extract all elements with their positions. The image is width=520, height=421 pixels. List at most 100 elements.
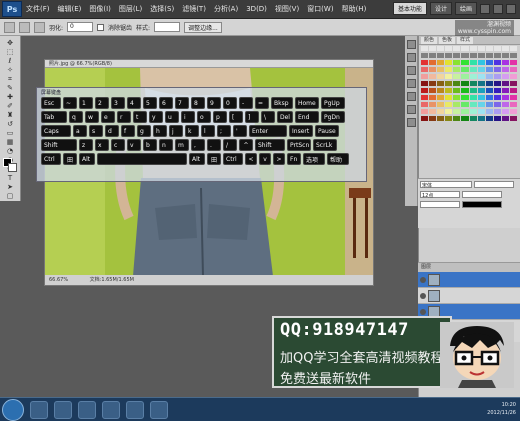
color-swatch[interactable]: [493, 102, 501, 107]
maximize-icon[interactable]: [493, 3, 503, 14]
add-selection-icon[interactable]: [34, 21, 45, 33]
key-b[interactable]: b: [143, 139, 157, 151]
color-swatch[interactable]: [437, 60, 445, 65]
zoom-readout[interactable]: 66.67%: [49, 277, 68, 283]
key-end[interactable]: End: [295, 111, 319, 123]
key-scrlk[interactable]: ScrLk: [313, 139, 337, 151]
color-swatch[interactable]: [429, 46, 437, 51]
key-z[interactable]: z: [79, 139, 93, 151]
color-swatch[interactable]: [501, 46, 509, 51]
color-swatch[interactable]: [485, 46, 493, 51]
key-r[interactable]: r: [117, 111, 131, 123]
key-pause[interactable]: Pause: [315, 125, 339, 137]
key-x[interactable]: x: [95, 139, 109, 151]
key-2[interactable]: 2: [95, 97, 109, 109]
color-swatch[interactable]: [445, 116, 453, 121]
key-s[interactable]: s: [89, 125, 103, 137]
menu-help[interactable]: 帮助(H): [338, 4, 371, 14]
color-swatch[interactable]: [461, 81, 469, 86]
color-swatch[interactable]: [445, 46, 453, 51]
color-swatch[interactable]: [469, 95, 477, 100]
color-swatch[interactable]: [453, 109, 461, 114]
font-size-select[interactable]: 12点: [420, 191, 460, 199]
key-4[interactable]: 4: [127, 97, 141, 109]
key-up-arrow[interactable]: ^: [239, 139, 253, 151]
key-a[interactable]: a: [73, 125, 87, 137]
key-right-shift[interactable]: Shift: [255, 139, 285, 151]
key-period[interactable]: .: [207, 139, 221, 151]
font-family-select[interactable]: 宋体: [420, 181, 472, 189]
color-swatch[interactable]: [485, 109, 493, 114]
color-swatch[interactable]: [509, 81, 517, 86]
color-swatch[interactable]: [501, 74, 509, 79]
key-8[interactable]: 8: [191, 97, 205, 109]
key-enter[interactable]: Enter: [249, 125, 287, 137]
photoshop-logo[interactable]: Ps: [2, 1, 22, 17]
key-options[interactable]: 选项: [303, 153, 325, 165]
color-swatch[interactable]: [469, 53, 477, 58]
key-d[interactable]: d: [105, 125, 119, 137]
color-swatch[interactable]: [461, 88, 469, 93]
menu-file[interactable]: 文件(F): [22, 4, 54, 14]
color-swatch[interactable]: [421, 74, 429, 79]
menu-select[interactable]: 选择(S): [146, 4, 178, 14]
key-1[interactable]: 1: [79, 97, 93, 109]
qq-taskbar-icon[interactable]: [150, 400, 168, 419]
color-swatch[interactable]: [461, 116, 469, 121]
menu-layer[interactable]: 图层(L): [115, 4, 146, 14]
clock-date[interactable]: 2012/11/26: [487, 409, 516, 417]
key-j[interactable]: j: [169, 125, 183, 137]
ie-icon[interactable]: [30, 400, 48, 419]
key-q[interactable]: q: [69, 111, 83, 123]
actions-panel-icon[interactable]: [406, 53, 416, 62]
color-swatch[interactable]: [469, 102, 477, 107]
color-swatch[interactable]: [493, 88, 501, 93]
color-swatch[interactable]: [477, 67, 485, 72]
key-right-bracket[interactable]: ]: [245, 111, 259, 123]
key-3[interactable]: 3: [111, 97, 125, 109]
tool-presets-icon[interactable]: [406, 92, 416, 101]
color-swatch[interactable]: [461, 53, 469, 58]
color-swatch[interactable]: [501, 60, 509, 65]
magic-wand-icon[interactable]: ✧: [3, 66, 18, 74]
eraser-icon[interactable]: ▭: [3, 129, 18, 137]
color-swatch[interactable]: [485, 116, 493, 121]
key-9[interactable]: 9: [207, 97, 221, 109]
color-swatch[interactable]: [493, 46, 501, 51]
key-g[interactable]: g: [137, 125, 151, 137]
workspace-basic-button[interactable]: 基本功能: [392, 2, 427, 15]
visibility-eye-icon[interactable]: [420, 276, 426, 283]
color-swatch[interactable]: [445, 109, 453, 114]
refine-edge-button[interactable]: 调整边缘...: [184, 21, 222, 33]
color-swatch[interactable]: [509, 109, 517, 114]
color-swatch[interactable]: [485, 74, 493, 79]
background-color-swatch[interactable]: [8, 163, 17, 172]
key-7[interactable]: 7: [175, 97, 189, 109]
marquee-icon[interactable]: ⬚: [3, 48, 18, 56]
color-swatch[interactable]: [421, 67, 429, 72]
key-tilde[interactable]: ~: [63, 97, 77, 109]
style-select[interactable]: [154, 22, 181, 32]
key-e[interactable]: e: [101, 111, 115, 123]
explorer-icon[interactable]: [54, 400, 72, 419]
color-swatch[interactable]: [485, 60, 493, 65]
color-swatch[interactable]: [485, 95, 493, 100]
color-swatch[interactable]: [485, 88, 493, 93]
color-swatch[interactable]: [429, 67, 437, 72]
clock-time[interactable]: 10:20: [487, 401, 516, 409]
color-swatch[interactable]: [485, 102, 493, 107]
key-right-ctrl[interactable]: Ctrl: [223, 153, 243, 165]
color-swatch[interactable]: [429, 116, 437, 121]
text-color-swatch[interactable]: [462, 201, 502, 208]
layer-row[interactable]: [418, 272, 520, 288]
menu-3d[interactable]: 3D(D): [242, 5, 271, 13]
key-delete[interactable]: Del: [277, 111, 293, 123]
lasso-icon[interactable]: ℓ: [3, 57, 18, 65]
color-swatch[interactable]: [477, 74, 485, 79]
marquee-tool-icon[interactable]: [4, 21, 15, 33]
color-swatch[interactable]: [453, 88, 461, 93]
key-k[interactable]: k: [185, 125, 199, 137]
key-minus[interactable]: -: [239, 97, 253, 109]
color-swatch[interactable]: [493, 67, 501, 72]
color-swatch[interactable]: [421, 102, 429, 107]
